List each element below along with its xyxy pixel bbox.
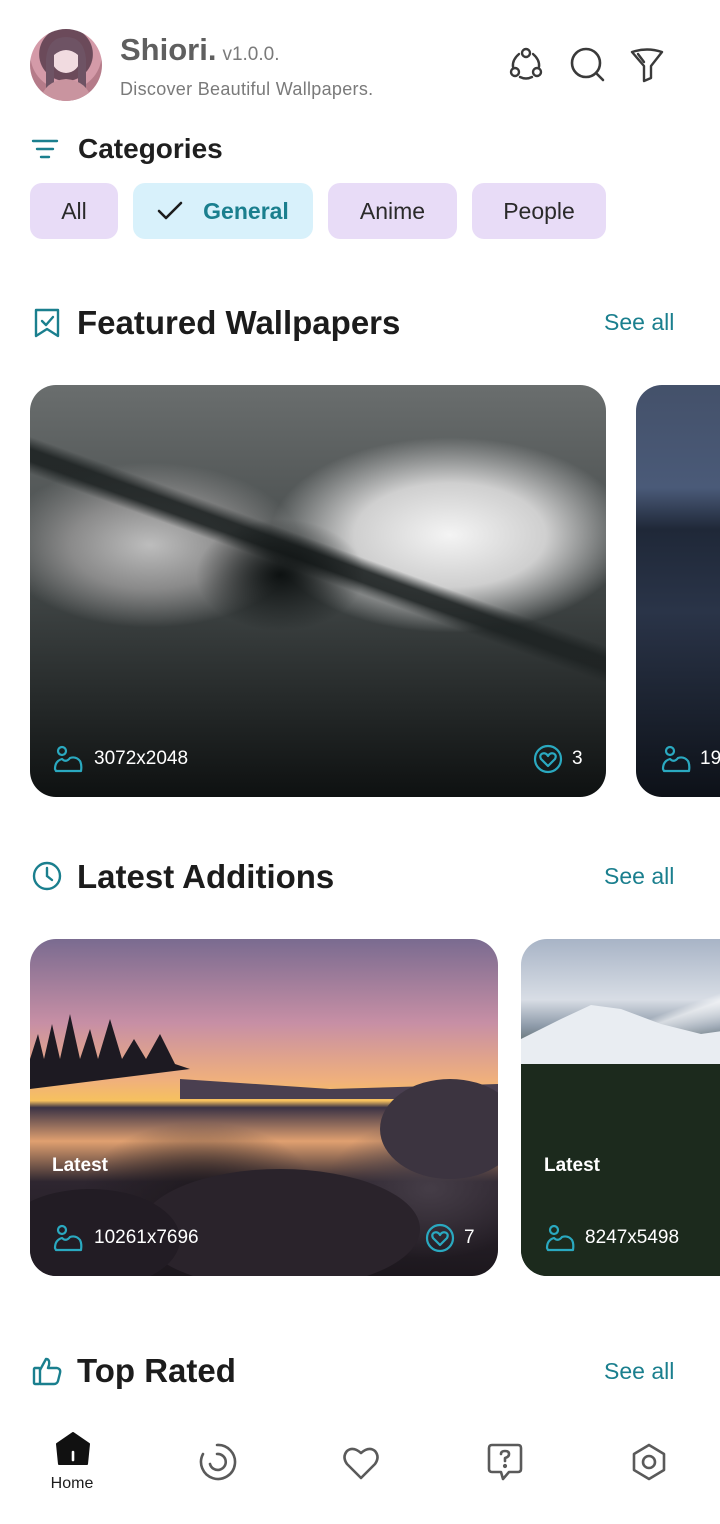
- app-tagline: Discover Beautiful Wallpapers.: [120, 79, 374, 99]
- nav-explore[interactable]: [177, 1430, 257, 1510]
- avatar[interactable]: [30, 29, 102, 101]
- chip-label: Anime: [359, 197, 426, 224]
- latest-title: Latest Additions: [77, 858, 335, 895]
- resolution-text: 19: [700, 748, 720, 769]
- thumbs-up-icon: [31, 1355, 63, 1387]
- featured-card[interactable]: 19: [636, 385, 720, 797]
- image-icon: [544, 1222, 576, 1254]
- app-name: Shiori.: [120, 32, 217, 67]
- nav-home[interactable]: [32, 1430, 112, 1510]
- likes-count: 3: [572, 748, 583, 769]
- nav-settings[interactable]: [609, 1430, 689, 1510]
- bookmark-icon: [31, 307, 63, 339]
- settings-icon: [632, 1443, 666, 1481]
- home-icon: [56, 1432, 90, 1465]
- resolution-text: 10261x7696: [94, 1227, 199, 1248]
- categories-title: Categories: [78, 133, 223, 164]
- chip-anime[interactable]: Anime: [328, 183, 457, 239]
- nav-favorites[interactable]: [321, 1430, 401, 1510]
- chip-label: General: [203, 197, 289, 224]
- heart-icon[interactable]: [532, 743, 564, 775]
- help-icon: [487, 1443, 523, 1481]
- featured-see-all-link[interactable]: See all: [604, 309, 674, 336]
- chip-label: All: [61, 197, 87, 224]
- latest-card[interactable]: Latest 8247x5498: [521, 939, 720, 1276]
- featured-card[interactable]: 3072x2048 3: [30, 385, 606, 797]
- filter-icon[interactable]: [627, 44, 667, 84]
- latest-card[interactable]: Latest 10261x7696 7: [30, 939, 498, 1276]
- check-icon: [157, 200, 183, 222]
- sort-icon: [30, 136, 60, 162]
- likes-count: 7: [464, 1227, 475, 1248]
- top-rated-title: Top Rated: [77, 1352, 236, 1389]
- resolution-text: 8247x5498: [585, 1227, 680, 1248]
- resolution-text: 3072x2048: [94, 748, 189, 769]
- image-icon: [52, 743, 84, 775]
- app-title: Shiori. v1.0.0.: [120, 32, 280, 68]
- explore-icon: [199, 1443, 237, 1481]
- chip-all[interactable]: All: [30, 183, 118, 239]
- image-icon: [660, 743, 692, 775]
- nav-home-label: Home: [50, 1475, 94, 1492]
- featured-title: Featured Wallpapers: [77, 304, 401, 341]
- image-icon: [52, 1222, 84, 1254]
- app-version: v1.0.0.: [222, 44, 280, 65]
- latest-see-all-link[interactable]: See all: [604, 863, 674, 890]
- share-icon[interactable]: [506, 44, 546, 84]
- search-icon[interactable]: [567, 44, 607, 84]
- heart-icon: [343, 1447, 379, 1480]
- latest-tag: Latest: [544, 1155, 600, 1176]
- clock-icon: [31, 860, 63, 892]
- chip-label: People: [503, 197, 575, 224]
- top-rated-see-all-link[interactable]: See all: [604, 1358, 674, 1385]
- latest-tag: Latest: [52, 1155, 108, 1176]
- nav-help[interactable]: [465, 1430, 545, 1510]
- chip-general[interactable]: General: [133, 183, 313, 239]
- heart-icon[interactable]: [424, 1222, 456, 1254]
- chip-people[interactable]: People: [472, 183, 606, 239]
